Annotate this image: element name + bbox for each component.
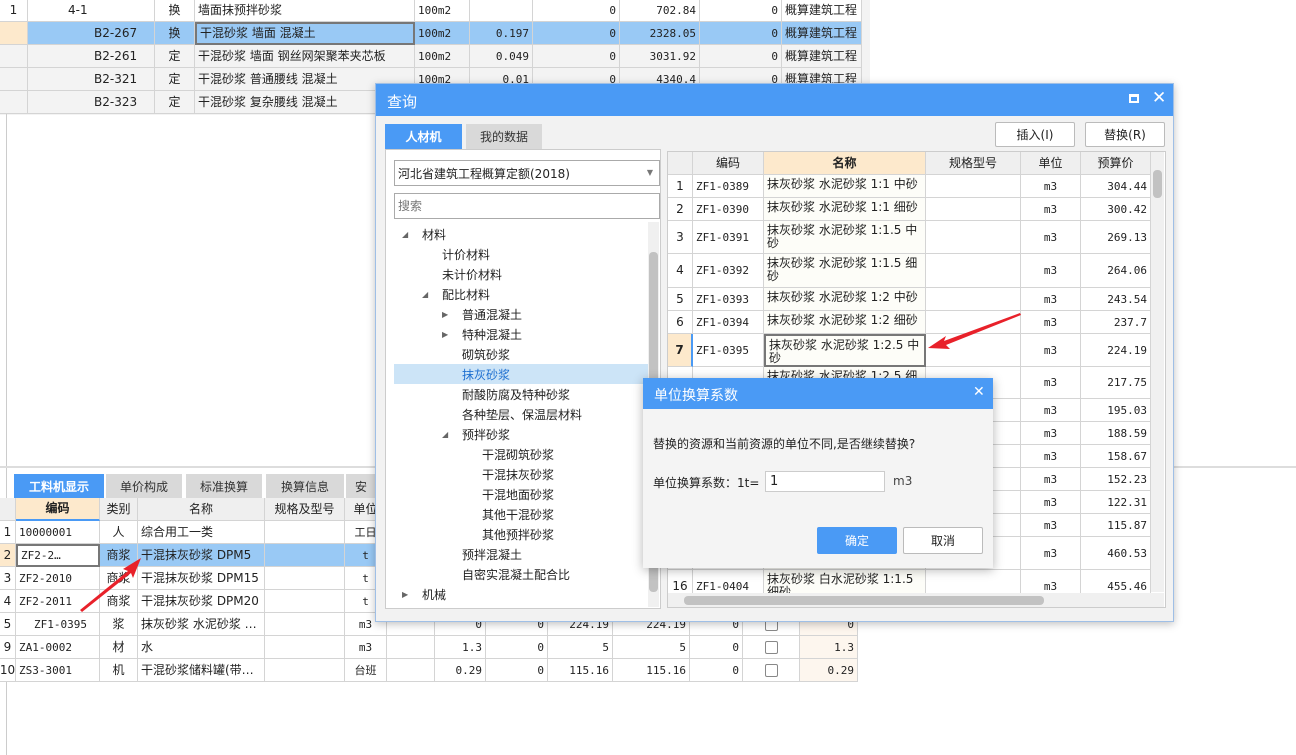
red-arrow-right <box>928 313 1021 349</box>
red-arrow-left <box>80 558 141 612</box>
annotation-arrows <box>80 313 1021 612</box>
